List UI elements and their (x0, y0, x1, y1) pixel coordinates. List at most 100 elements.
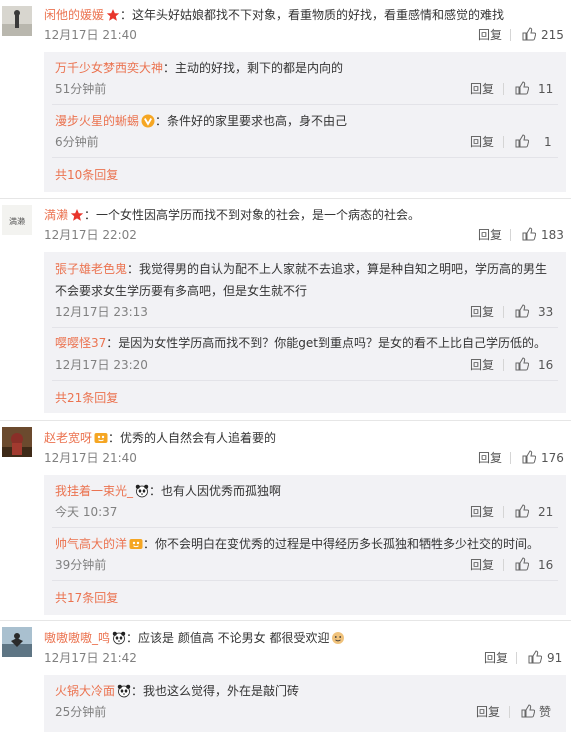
thumbs-up-icon[interactable] (521, 704, 536, 718)
reply-body: ：是因为女性学历高而找不到？你能get到重点吗？是女的看不上比自己学历低的。 (106, 336, 546, 350)
divider (52, 380, 558, 381)
reply-button[interactable]: 回复 (470, 304, 494, 320)
reply-body: ：也有人因优秀而孤独啊 (149, 484, 282, 498)
action-divider (509, 706, 510, 718)
reply-text: 火锅大冷面 ：我也这么觉得，外在是敲门砖 (55, 683, 299, 699)
like-count: 215 (541, 28, 564, 42)
action-divider (516, 652, 517, 664)
username[interactable]: 嘤嘤怪37 (55, 336, 106, 350)
username[interactable]: 帅气高大的洋 (55, 537, 127, 551)
timestamp: 12月17日 21:40 (44, 451, 137, 465)
reply-text: 嘤嘤怪37：是因为女性学历高而找不到？你能get到重点吗？是女的看不上比自己学历… (55, 335, 546, 351)
divider (52, 327, 558, 328)
username[interactable]: 嗷嗷嗷嗷_鸣 (44, 631, 110, 645)
username[interactable]: 満濑 (44, 208, 68, 222)
divider (52, 104, 558, 105)
comment-text: 嗷嗷嗷嗷_鸣 ：应该是 颜值高 不论男女 都很受欢迎 (44, 630, 345, 646)
thumbs-up-icon[interactable] (515, 304, 530, 318)
panda-icon (117, 684, 131, 698)
reply-body: ：我觉得男的自认为配不上人家就不去追求，算是种自知之明吧，学历高的男生 (127, 262, 548, 276)
avatar[interactable] (2, 627, 32, 657)
thumbs-up-icon[interactable] (515, 134, 530, 148)
username[interactable]: 赵老宽呀 (44, 431, 92, 445)
action-divider (503, 559, 504, 571)
action-divider (503, 506, 504, 518)
reply-button[interactable]: 回复 (470, 81, 494, 97)
action-divider (503, 136, 504, 148)
comment-body: ：这年头好姑娘都找不下对象，看重物质的好找，看重感情和感觉的难找 (120, 8, 505, 22)
reply-button[interactable]: 回复 (476, 704, 500, 720)
like-label: 赞 (539, 705, 552, 719)
timestamp: 12月17日 21:42 (44, 651, 137, 665)
emoji-face-icon (331, 631, 345, 645)
timestamp: 6分钟前 (55, 135, 99, 149)
like-count: 176 (541, 451, 564, 465)
thumbs-up-icon[interactable] (515, 504, 530, 518)
like-count: 16 (538, 358, 554, 372)
divider (52, 580, 558, 581)
reply-body: ：你不会明白在变优秀的过程是中得经历多长孤独和牺牲多少社交的时间。 (143, 537, 540, 551)
reply-text: 万千少女梦西奕大神：主动的好找，剩下的都是内向的 (55, 60, 343, 76)
like-count: 21 (538, 505, 554, 519)
panda-icon (135, 484, 149, 498)
panda-icon (112, 631, 126, 645)
action-divider (510, 452, 511, 464)
comment-body: ：应该是 颜值高 不论男女 都很受欢迎 (126, 631, 330, 645)
like-count: 183 (541, 228, 564, 242)
reply-body: ：条件好的家里要求也高，身不由己 (155, 114, 348, 128)
timestamp: 25分钟前 (55, 705, 107, 719)
reply-text: 張子雄老色鬼：我觉得男的自认为配不上人家就不去追求，算是种自知之明吧，学历高的男… (55, 261, 547, 277)
more-replies-link[interactable]: 共21条回复 (55, 390, 118, 406)
avatar[interactable] (2, 427, 32, 457)
timestamp: 今天 10:37 (55, 505, 118, 519)
reply-button[interactable]: 回复 (484, 650, 508, 666)
avatar[interactable] (2, 6, 32, 36)
timestamp: 51分钟前 (55, 82, 107, 96)
timestamp: 12月17日 23:20 (55, 358, 148, 372)
thumbs-up-icon[interactable] (522, 227, 537, 241)
avatar[interactable]: 満濑 (2, 205, 32, 235)
comment-text: 満濑 ：一个女性因高学历而找不到对象的社会，是一个病态的社会。 (44, 207, 420, 223)
reply-button[interactable]: 回复 (470, 134, 494, 150)
action-divider (503, 306, 504, 318)
action-divider (503, 359, 504, 371)
reply-button[interactable]: 回复 (478, 27, 502, 43)
thumbs-up-icon[interactable] (522, 450, 537, 464)
reply-button[interactable]: 回复 (478, 227, 502, 243)
svg-text:満濑: 満濑 (9, 216, 25, 226)
divider (0, 620, 571, 621)
divider (0, 198, 571, 199)
more-replies-link[interactable]: 共17条回复 (55, 590, 118, 606)
like-count: 1 (544, 135, 552, 149)
reply-button[interactable]: 回复 (470, 504, 494, 520)
reply-button[interactable]: 回复 (470, 557, 494, 573)
like-count: 91 (547, 651, 563, 665)
timestamp: 12月17日 23:13 (55, 305, 148, 319)
thumbs-up-icon[interactable] (528, 650, 543, 664)
like-count: 11 (538, 82, 554, 96)
action-divider (510, 229, 511, 241)
username[interactable]: 火锅大冷面 (55, 684, 115, 698)
divider (52, 157, 558, 158)
thumbs-up-icon[interactable] (515, 557, 530, 571)
reply-body: ：我也这么觉得，外在是敲门砖 (131, 684, 300, 698)
action-divider (510, 29, 511, 41)
username[interactable]: 漫步火星的蜥蜴 (55, 114, 139, 128)
reply-text: 我挂着一束光_ ：也有人因优秀而孤独啊 (55, 483, 281, 499)
star-icon (70, 208, 84, 222)
username[interactable]: 万千少女梦西奕大神 (55, 61, 163, 75)
more-replies-link[interactable]: 共10条回复 (55, 167, 118, 183)
username[interactable]: 闲他的媛媛 (44, 8, 104, 22)
thumbs-up-icon[interactable] (522, 27, 537, 41)
fan-badge-icon (94, 431, 108, 445)
thumbs-up-icon[interactable] (515, 81, 530, 95)
reply-button[interactable]: 回复 (478, 450, 502, 466)
comment-text: 赵老宽呀 ：优秀的人自然会有人追着要的 (44, 430, 276, 446)
reply-button[interactable]: 回复 (470, 357, 494, 373)
username[interactable]: 張子雄老色鬼 (55, 262, 127, 276)
divider (0, 420, 571, 421)
timestamp: 12月17日 22:02 (44, 228, 137, 242)
thumbs-up-icon[interactable] (515, 357, 530, 371)
username[interactable]: 我挂着一束光_ (55, 484, 133, 498)
divider (52, 527, 558, 528)
